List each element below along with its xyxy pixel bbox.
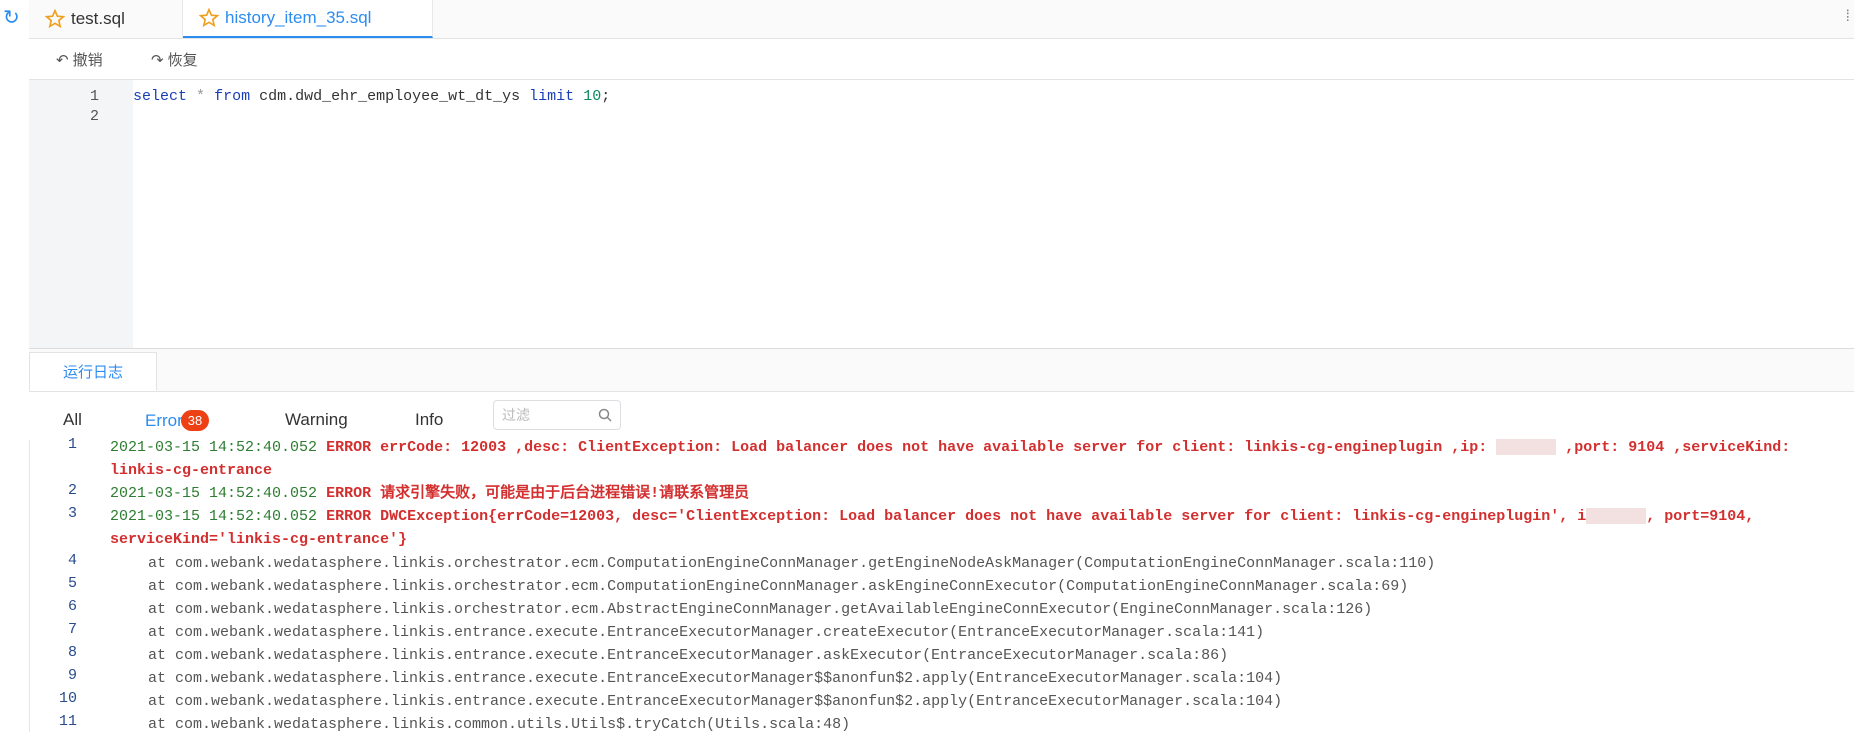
- log-line-number: 1: [67, 436, 77, 453]
- undo-button[interactable]: ↶ 撤销: [56, 49, 103, 70]
- log-text: at com.webank.wedatasphere.linkis.entran…: [148, 693, 1283, 710]
- tab-label: test.sql: [71, 9, 125, 28]
- log-text: 2021-03-15 14:52:40.052 ERROR errCode: 1…: [110, 436, 1844, 482]
- redo-button[interactable]: ↷ 恢复: [151, 49, 198, 70]
- line-gutter: 1 2: [29, 80, 133, 348]
- line-number: 2: [89, 108, 99, 125]
- log-line-number: 9: [67, 667, 77, 684]
- log-line-number: 6: [67, 598, 77, 615]
- log-line-number: 2: [67, 482, 77, 499]
- log-line-number: 10: [58, 690, 77, 707]
- log-text: at com.webank.wedatasphere.linkis.entran…: [148, 670, 1283, 687]
- tab-run-log[interactable]: 运行日志: [29, 352, 157, 391]
- left-rail: ↻: [0, 0, 30, 732]
- star-icon: [199, 8, 219, 28]
- log-filters: All Error 38 Warning Info 过滤: [29, 392, 1854, 440]
- redo-label: 恢复: [167, 52, 198, 69]
- filter-error-label: Error: [145, 410, 183, 430]
- log-text: at com.webank.wedatasphere.linkis.orches…: [148, 578, 1409, 595]
- masked-text: [1496, 439, 1557, 456]
- log-line-number: 4: [67, 552, 77, 569]
- log-text: at com.webank.wedatasphere.linkis.entran…: [148, 647, 1229, 664]
- log-output[interactable]: 1 2021-03-15 14:52:40.052 ERROR errCode:…: [29, 436, 1854, 732]
- tab-test-sql[interactable]: test.sql: [29, 0, 183, 38]
- log-text: at com.webank.wedatasphere.linkis.entran…: [148, 624, 1265, 641]
- filter-error[interactable]: Error 38: [145, 410, 210, 431]
- log-message: ERROR 请求引擎失败，可能是由于后台进程错误!请联系管理员: [326, 485, 750, 502]
- log-text: at com.webank.wedatasphere.linkis.orches…: [148, 601, 1373, 618]
- log-line-number: 3: [67, 505, 77, 522]
- redo-icon: ↷: [151, 51, 164, 69]
- filter-info[interactable]: Info: [415, 410, 443, 430]
- code-line[interactable]: select * from cdm.dwd_ehr_employee_wt_dt…: [133, 88, 610, 105]
- star-icon: [45, 9, 65, 29]
- code-editor[interactable]: 1 2 select * from cdm.dwd_ehr_employee_w…: [29, 80, 1854, 349]
- log-tabbar: 运行日志: [29, 349, 1854, 392]
- file-tabbar: test.sql history_item_35.sql ⁞: [29, 0, 1854, 39]
- undo-label: 撤销: [72, 52, 103, 69]
- log-text: at com.webank.wedatasphere.linkis.orches…: [148, 555, 1436, 572]
- editor-toolbar: ↶ 撤销 ↷ 恢复: [29, 39, 1854, 80]
- log-text: 2021-03-15 14:52:40.052 ERROR DWCExcepti…: [110, 505, 1844, 551]
- masked-text: [1586, 508, 1647, 525]
- error-count-badge: 38: [180, 410, 210, 431]
- log-timestamp: 2021-03-15 14:52:40.052: [110, 485, 318, 502]
- keyword-limit: limit: [529, 88, 575, 105]
- more-icon[interactable]: ⁞: [1846, 8, 1850, 26]
- filter-placeholder: 过滤: [502, 407, 530, 423]
- log-timestamp: 2021-03-15 14:52:40.052: [110, 508, 318, 525]
- line-number: 1: [89, 88, 99, 105]
- search-icon: [598, 408, 612, 422]
- filter-warning[interactable]: Warning: [285, 410, 348, 430]
- log-line-number: 11: [58, 713, 77, 730]
- log-text: at com.webank.wedatasphere.linkis.common…: [148, 716, 851, 732]
- keyword-from: from: [214, 88, 251, 105]
- keyword-select: select: [133, 88, 188, 105]
- log-text: 2021-03-15 14:52:40.052 ERROR 请求引擎失败，可能是…: [110, 482, 1844, 505]
- tab-label: history_item_35.sql: [225, 8, 372, 27]
- filter-all[interactable]: All: [63, 410, 82, 430]
- log-filter-input[interactable]: 过滤: [493, 400, 621, 430]
- operator-star: *: [196, 88, 206, 105]
- log-timestamp: 2021-03-15 14:52:40.052: [110, 439, 318, 456]
- log-line-number: 7: [67, 621, 77, 638]
- tab-history-item[interactable]: history_item_35.sql: [183, 0, 433, 38]
- undo-icon: ↶: [56, 51, 69, 69]
- table-name: cdm.dwd_ehr_employee_wt_dt_ys: [259, 88, 521, 105]
- limit-value: 10: [583, 88, 602, 105]
- log-line-number: 8: [67, 644, 77, 661]
- refresh-icon[interactable]: ↻: [3, 8, 20, 28]
- log-line-number: 5: [67, 575, 77, 592]
- log-message: ERROR errCode: 12003 ,desc: ClientExcept…: [326, 439, 1497, 456]
- log-message: ERROR DWCException{errCode=12003, desc='…: [326, 508, 1587, 525]
- statement-end: ;: [601, 88, 611, 105]
